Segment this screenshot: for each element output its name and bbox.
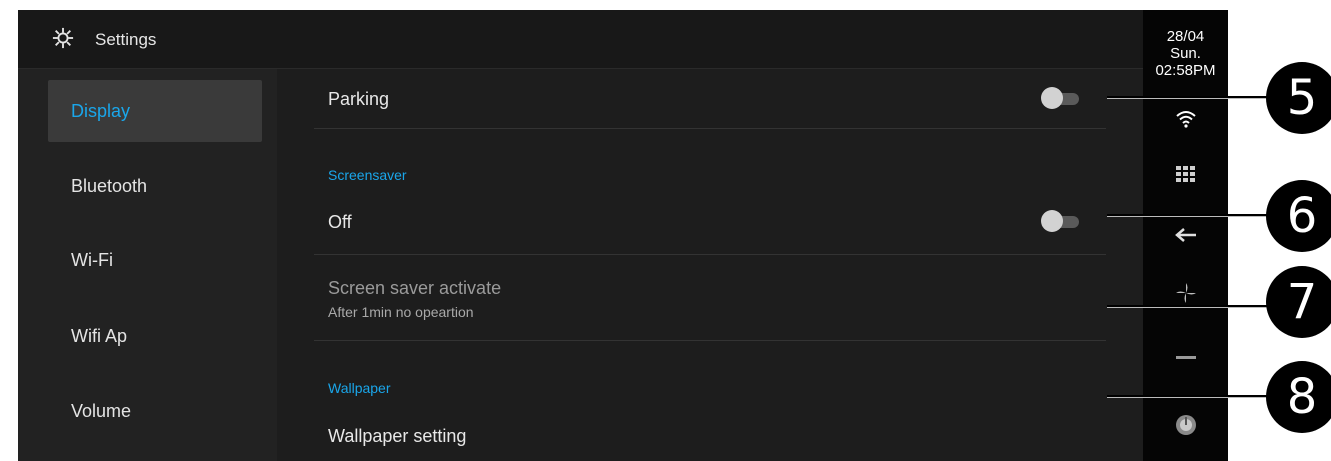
callout-line xyxy=(1107,305,1277,308)
toggle-knob xyxy=(1041,87,1063,109)
settings-content: Parking Screensaver Off Screen saver act… xyxy=(277,69,1143,461)
day-text: Sun. xyxy=(1170,45,1201,62)
back-icon[interactable] xyxy=(1143,218,1228,252)
settings-screen: Settings Display Bluetooth Wi-Fi Wifi Ap… xyxy=(18,10,1143,461)
grid-icon[interactable] xyxy=(1143,157,1228,191)
sidebar-item-bluetooth[interactable]: Bluetooth xyxy=(48,155,262,217)
screensaver-activate-title: Screen saver activate xyxy=(328,278,502,298)
screensaver-section-header: Screensaver xyxy=(328,167,407,183)
sidebar: Display Bluetooth Wi-Fi Wifi Ap Volume xyxy=(18,69,277,461)
sidebar-item-display[interactable]: Display xyxy=(48,80,262,142)
callout-badge-8: 8 xyxy=(1266,361,1331,433)
top-bar: Settings xyxy=(18,10,1143,69)
callout-line xyxy=(1107,96,1277,99)
sidebar-item-wifi[interactable]: Wi-Fi xyxy=(48,229,262,291)
callout-badge-6: 6 xyxy=(1266,180,1331,252)
parking-toggle[interactable] xyxy=(1041,87,1081,109)
parking-label: Parking xyxy=(328,89,390,109)
divider xyxy=(314,340,1106,341)
wallpaper-setting-label[interactable]: Wallpaper setting xyxy=(328,426,466,447)
callout-badge-5: 5 xyxy=(1266,62,1331,134)
wifi-icon[interactable] xyxy=(1143,102,1228,136)
power-knob-icon[interactable] xyxy=(1143,408,1228,442)
callout-line xyxy=(1107,214,1277,217)
divider xyxy=(314,254,1106,255)
sidebar-item-volume[interactable]: Volume xyxy=(48,380,262,442)
callout-badge-7: 7 xyxy=(1266,266,1331,338)
gear-icon xyxy=(52,27,74,49)
screensaver-toggle[interactable] xyxy=(1041,210,1081,232)
divider xyxy=(314,128,1106,129)
minus-icon[interactable] xyxy=(1143,340,1228,374)
screensaver-activate-subtitle: After 1min no opeartion xyxy=(328,304,474,320)
screensaver-state-label: Off xyxy=(328,212,352,232)
time-text: 02:58PM xyxy=(1155,62,1216,79)
system-sidebar: 28/04 Sun. 02:58PM xyxy=(1143,10,1228,461)
callout-line xyxy=(1107,395,1277,398)
sidebar-item-wifi-ap[interactable]: Wifi Ap xyxy=(48,305,262,367)
clock: 28/04 Sun. 02:58PM xyxy=(1143,28,1228,79)
wallpaper-section-header: Wallpaper xyxy=(328,380,391,396)
toggle-knob xyxy=(1041,210,1063,232)
date-text: 28/04 xyxy=(1166,28,1205,45)
page-title: Settings xyxy=(95,30,157,49)
